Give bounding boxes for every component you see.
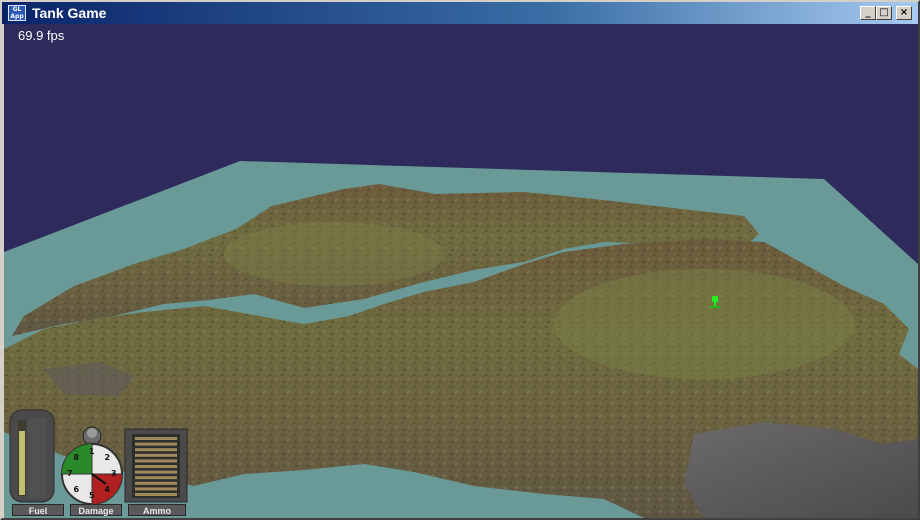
ammo-round: [135, 493, 177, 496]
fuel-gauge: [9, 409, 55, 503]
ammo-round: [135, 470, 177, 474]
damage-dial-number: 4: [104, 484, 111, 494]
grass-plateau-east: [554, 269, 854, 379]
title-bar[interactable]: GL App Tank Game _ □ ×: [2, 2, 918, 24]
ammo-round: [135, 448, 177, 452]
close-button[interactable]: ×: [896, 6, 912, 20]
ammo-round: [135, 487, 177, 491]
game-window: GL App Tank Game _ □ × 69.9 fps 1 2 3 4 …: [0, 0, 920, 520]
damage-dial-number: 5: [89, 491, 95, 500]
maximize-button[interactable]: □: [876, 6, 892, 20]
damage-dial-number: 8: [73, 453, 80, 463]
fuel-level-bar: [19, 431, 25, 495]
fuel-label: Fuel: [12, 504, 64, 516]
damage-dial-number: 7: [67, 469, 73, 478]
damage-label: Damage: [70, 504, 122, 516]
gl-app-icon[interactable]: GL App: [8, 5, 26, 21]
damage-dial-number: 1: [89, 447, 95, 456]
gl-app-icon-text: GL App: [10, 6, 24, 20]
ammo-round: [135, 476, 177, 480]
game-scene: [4, 24, 918, 518]
ammo-round: [135, 453, 177, 457]
ammo-round: [135, 437, 177, 440]
ammo-round: [135, 442, 177, 446]
ammo-round: [135, 465, 177, 468]
damage-dial-number: 3: [111, 469, 117, 478]
damage-dial-number: 2: [104, 453, 111, 463]
ammo-round: [135, 481, 177, 485]
ammo-label: Ammo: [128, 504, 186, 516]
minimize-button[interactable]: _: [860, 6, 876, 20]
game-viewport[interactable]: 69.9 fps 12345678 Fuel Damage Ammo: [4, 24, 918, 518]
ammo-round: [135, 459, 177, 463]
damage-dial-number: 6: [73, 484, 80, 494]
fps-counter: 69.9 fps: [18, 28, 65, 43]
window-title: Tank Game: [32, 5, 107, 21]
ammo-rack: [124, 428, 188, 503]
grass-plateau-west: [224, 222, 444, 286]
